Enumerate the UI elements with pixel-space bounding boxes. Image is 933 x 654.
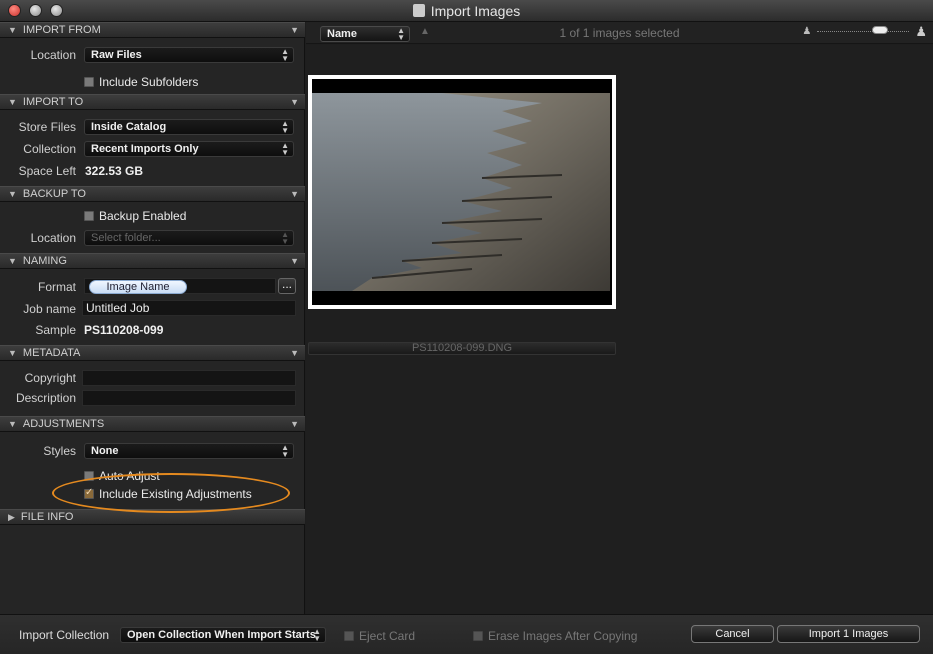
disclosure-open-icon: ▼	[8, 189, 17, 199]
image-browser: PS110208-099.DNG	[306, 45, 933, 614]
close-window-button[interactable]	[8, 4, 21, 17]
eject-card-checkbox[interactable]: Eject Card	[344, 629, 415, 643]
section-title: NAMING	[22, 255, 67, 267]
copyright-label: Copyright	[24, 371, 76, 385]
format-label: Format	[37, 280, 76, 294]
styles-select[interactable]: None ▲ ▼	[84, 443, 294, 459]
disclosure-open-icon: ▼	[8, 25, 17, 35]
section-title: METADATA	[22, 347, 81, 359]
title-bar: Import Images	[0, 0, 933, 22]
sample-label: Sample	[35, 323, 76, 337]
section-title: ADJUSTMENTS	[22, 418, 105, 430]
import-button[interactable]: Import 1 Images	[777, 625, 920, 643]
section-menu-icon[interactable]: ▼	[290, 419, 299, 429]
disclosure-closed-icon: ▶	[8, 511, 15, 522]
collection-select[interactable]: Recent Imports Only ▲ ▼	[84, 141, 294, 157]
bottom-bar: Import Collection Open Collection When I…	[0, 614, 933, 654]
store-files-label: Store Files	[18, 120, 76, 134]
section-header-metadata[interactable]: ▼ METADATA ▼	[0, 345, 305, 361]
window-title: Import Images	[430, 2, 521, 19]
section-menu-icon[interactable]: ▼	[290, 348, 299, 358]
updown-icon: ▲ ▼	[281, 47, 289, 63]
space-left-value: 322.53 GB	[85, 164, 144, 178]
image-thumbnail[interactable]	[308, 75, 616, 309]
checkbox-box[interactable]	[473, 631, 483, 641]
checkbox-box[interactable]	[84, 211, 94, 221]
section-header-import-to[interactable]: ▼ IMPORT TO ▼	[0, 94, 305, 110]
job-name-label: Job name	[23, 302, 76, 316]
format-token-image-name[interactable]: Image Name	[89, 280, 187, 294]
import-collection-select[interactable]: Open Collection When Import Starts ▲ ▼	[120, 627, 326, 643]
collection-label: Collection	[23, 142, 76, 156]
updown-icon: ▲ ▼	[281, 119, 289, 135]
updown-icon: ▲ ▼	[281, 141, 289, 157]
updown-icon: ▲ ▼	[313, 627, 321, 643]
minimize-window-button[interactable]	[29, 4, 42, 17]
import-settings-panel: ▼ IMPORT FROM ▼ Location Raw Files ▲ ▼ In…	[0, 22, 305, 614]
section-header-naming[interactable]: ▼ NAMING ▼	[0, 253, 305, 269]
section-title: FILE INFO	[20, 511, 74, 523]
section-menu-icon[interactable]: ▼	[290, 25, 299, 35]
app-document-icon	[412, 4, 425, 17]
description-label: Description	[15, 391, 76, 405]
large-thumbnail-icon[interactable]: ♟	[915, 25, 927, 38]
space-left-label: Space Left	[18, 164, 76, 178]
checkbox-box[interactable]	[344, 631, 354, 641]
backup-enabled-checkbox[interactable]: Backup Enabled	[84, 209, 186, 223]
store-files-select[interactable]: Inside Catalog ▲ ▼	[84, 119, 294, 135]
section-menu-icon[interactable]: ▼	[290, 189, 299, 199]
description-input[interactable]	[82, 390, 296, 406]
browser-toolbar: Name ▲ ▼ ▲ 1 of 1 images selected ♟ ♟	[306, 22, 933, 44]
thumbnail-photo	[312, 93, 610, 291]
disclosure-open-icon: ▼	[8, 97, 17, 107]
thumbnail-size-slider[interactable]	[817, 25, 910, 35]
updown-icon: ▲ ▼	[281, 230, 289, 246]
thumbnail-filename: PS110208-099.DNG	[308, 342, 616, 355]
window-controls	[8, 4, 63, 17]
format-options-button[interactable]: ...	[278, 278, 296, 294]
location-select[interactable]: Raw Files ▲ ▼	[84, 47, 294, 63]
cancel-button[interactable]: Cancel	[691, 625, 774, 643]
disclosure-open-icon: ▼	[8, 419, 17, 429]
section-header-adjustments[interactable]: ▼ ADJUSTMENTS ▼	[0, 416, 305, 432]
copyright-input[interactable]	[82, 370, 296, 386]
updown-icon: ▲ ▼	[281, 443, 289, 459]
section-title: BACKUP TO	[22, 188, 86, 200]
section-menu-icon[interactable]: ▼	[290, 97, 299, 107]
backup-location-select[interactable]: Select folder... ▲ ▼	[84, 230, 294, 246]
disclosure-open-icon: ▼	[8, 256, 17, 266]
thumbnail-size-control: ♟ ♟	[802, 25, 927, 38]
import-collection-label: Import Collection	[19, 628, 110, 642]
sample-value: PS110208-099	[84, 323, 164, 337]
disclosure-open-icon: ▼	[8, 348, 17, 358]
zoom-window-button[interactable]	[50, 4, 63, 17]
section-header-import-from[interactable]: ▼ IMPORT FROM ▼	[0, 22, 305, 38]
checkbox-box[interactable]	[84, 77, 94, 87]
section-menu-icon[interactable]: ▼	[290, 256, 299, 266]
small-thumbnail-icon[interactable]: ♟	[802, 26, 811, 37]
slider-knob[interactable]	[872, 25, 889, 34]
location-label: Location	[30, 48, 76, 62]
annotation-highlight-ring	[52, 473, 290, 513]
backup-location-label: Location	[30, 231, 76, 245]
section-title: IMPORT TO	[22, 96, 84, 108]
styles-label: Styles	[43, 444, 76, 458]
section-title: IMPORT FROM	[22, 24, 101, 36]
erase-images-checkbox[interactable]: Erase Images After Copying	[473, 629, 637, 643]
include-subfolders-checkbox[interactable]: Include Subfolders	[84, 75, 198, 89]
job-name-input[interactable]: Untitled Job	[82, 300, 296, 316]
section-header-backup-to[interactable]: ▼ BACKUP TO ▼	[0, 186, 305, 202]
